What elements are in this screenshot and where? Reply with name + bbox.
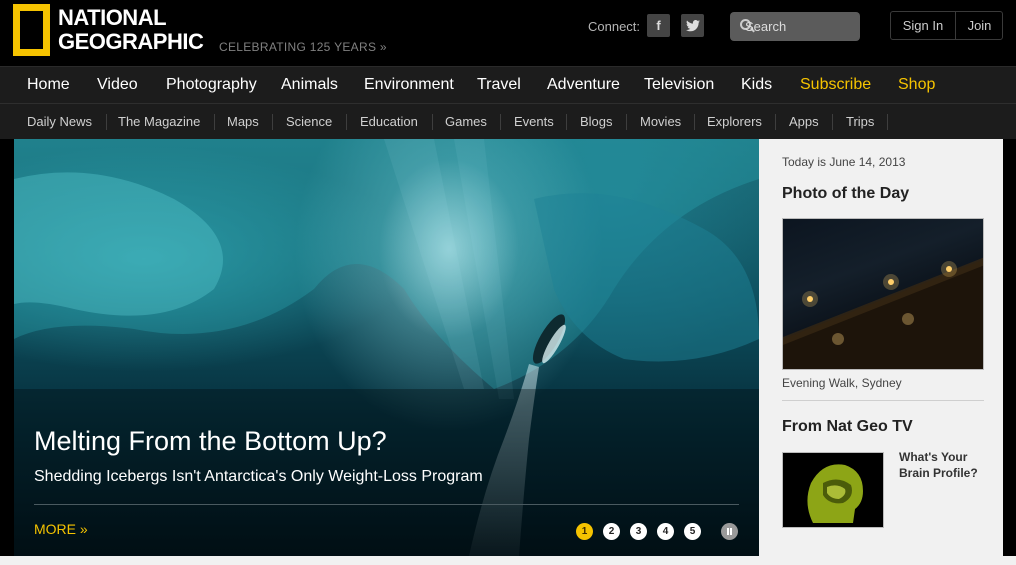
subnav-blogs[interactable]: Blogs xyxy=(580,114,613,129)
nav-animals[interactable]: Animals xyxy=(281,76,338,94)
twitter-bird-glyph xyxy=(685,19,700,31)
logo-line-2: GEOGRAPHIC xyxy=(58,29,204,54)
slide-dot-3[interactable]: 3 xyxy=(630,523,647,540)
slide-dot-4[interactable]: 4 xyxy=(657,523,674,540)
subnav-education[interactable]: Education xyxy=(360,114,418,129)
nav-subscribe[interactable]: Subscribe xyxy=(800,76,871,94)
connect-label: Connect: xyxy=(588,19,641,34)
subnav-apps[interactable]: Apps xyxy=(789,114,819,129)
hero-underwater-image xyxy=(14,139,759,556)
photo-caption: Evening Walk, Sydney xyxy=(782,376,902,390)
subnav-divider xyxy=(566,114,567,130)
logo-yellow-border-icon xyxy=(13,4,50,56)
subnav-divider xyxy=(626,114,627,130)
hero-subtitle: Shedding Icebergs Isn't Antarctica's Onl… xyxy=(34,468,483,485)
subnav-divider xyxy=(832,114,833,130)
pause-icon[interactable] xyxy=(721,523,738,540)
subnav-divider xyxy=(887,114,888,130)
sidebar: Today is June 14, 2013 Photo of the Day … xyxy=(759,139,1003,556)
nav-kids[interactable]: Kids xyxy=(741,76,772,94)
subnav-divider xyxy=(272,114,273,130)
slide-dot-2[interactable]: 2 xyxy=(603,523,620,540)
subnav-divider xyxy=(775,114,776,130)
brain-scan-thumbnail xyxy=(783,453,883,527)
subnav-explorers[interactable]: Explorers xyxy=(707,114,762,129)
hero-divider xyxy=(34,504,739,505)
subnav-science[interactable]: Science xyxy=(286,114,332,129)
brain-profile-image[interactable] xyxy=(782,452,884,528)
photo-of-the-day-image[interactable] xyxy=(782,218,984,370)
twitter-icon[interactable] xyxy=(681,14,704,37)
subnav-maps[interactable]: Maps xyxy=(227,114,259,129)
nat-geo-logo[interactable]: NATIONAL GEOGRAPHIC xyxy=(13,4,204,56)
subnav-the-magazine[interactable]: The Magazine xyxy=(118,114,200,129)
subnav-divider xyxy=(346,114,347,130)
tagline-link[interactable]: CELEBRATING 125 YEARS » xyxy=(219,40,387,54)
sidebar-divider xyxy=(782,400,984,401)
site-header: NATIONAL GEOGRAPHIC CELEBRATING 125 YEAR… xyxy=(0,0,1016,66)
subnav-divider xyxy=(694,114,695,130)
photo-of-the-day-title[interactable]: Photo of the Day xyxy=(782,185,909,203)
hero-feature[interactable]: Melting From the Bottom Up? Shedding Ice… xyxy=(14,139,759,556)
nav-video[interactable]: Video xyxy=(97,76,138,94)
logo-text: NATIONAL GEOGRAPHIC xyxy=(58,5,204,54)
nav-home[interactable]: Home xyxy=(27,76,70,94)
evening-walk-photo xyxy=(783,257,983,369)
logo-line-1: NATIONAL xyxy=(58,5,167,30)
brain-profile-link[interactable]: What's Your Brain Profile? xyxy=(899,449,989,481)
sign-in-button[interactable]: Sign In xyxy=(891,12,956,39)
slide-dot-5[interactable]: 5 xyxy=(684,523,701,540)
nav-photography[interactable]: Photography xyxy=(166,76,257,94)
subnav-games[interactable]: Games xyxy=(445,114,487,129)
subnav-events[interactable]: Events xyxy=(514,114,554,129)
subnav-divider xyxy=(214,114,215,130)
subnav-movies[interactable]: Movies xyxy=(640,114,681,129)
nav-environment[interactable]: Environment xyxy=(364,76,454,94)
nav-adventure[interactable]: Adventure xyxy=(547,76,620,94)
today-date: Today is June 14, 2013 xyxy=(782,155,906,169)
subnav-divider xyxy=(500,114,501,130)
hero-title[interactable]: Melting From the Bottom Up? xyxy=(34,426,387,457)
subnav-divider xyxy=(106,114,107,130)
page: NATIONAL GEOGRAPHIC CELEBRATING 125 YEAR… xyxy=(0,0,1016,565)
search-box xyxy=(730,12,860,41)
nav-travel[interactable]: Travel xyxy=(477,76,521,94)
account-links: Sign In Join xyxy=(890,11,1003,40)
hero-more-link[interactable]: MORE » xyxy=(34,521,88,537)
sub-nav: Daily News The Magazine Maps Science Edu… xyxy=(0,104,1016,139)
nav-television[interactable]: Television xyxy=(644,76,714,94)
subnav-divider xyxy=(432,114,433,130)
nat-geo-tv-title[interactable]: From Nat Geo TV xyxy=(782,418,913,436)
subnav-daily-news[interactable]: Daily News xyxy=(27,114,92,129)
nav-shop[interactable]: Shop xyxy=(898,76,935,94)
search-input[interactable] xyxy=(745,15,855,37)
facebook-icon[interactable]: f xyxy=(647,14,670,37)
slide-dot-1[interactable]: 1 xyxy=(576,523,593,540)
subnav-trips[interactable]: Trips xyxy=(846,114,874,129)
main-nav: Home Video Photography Animals Environme… xyxy=(0,66,1016,104)
bottom-strip xyxy=(0,556,1016,565)
join-button[interactable]: Join xyxy=(956,12,1003,39)
